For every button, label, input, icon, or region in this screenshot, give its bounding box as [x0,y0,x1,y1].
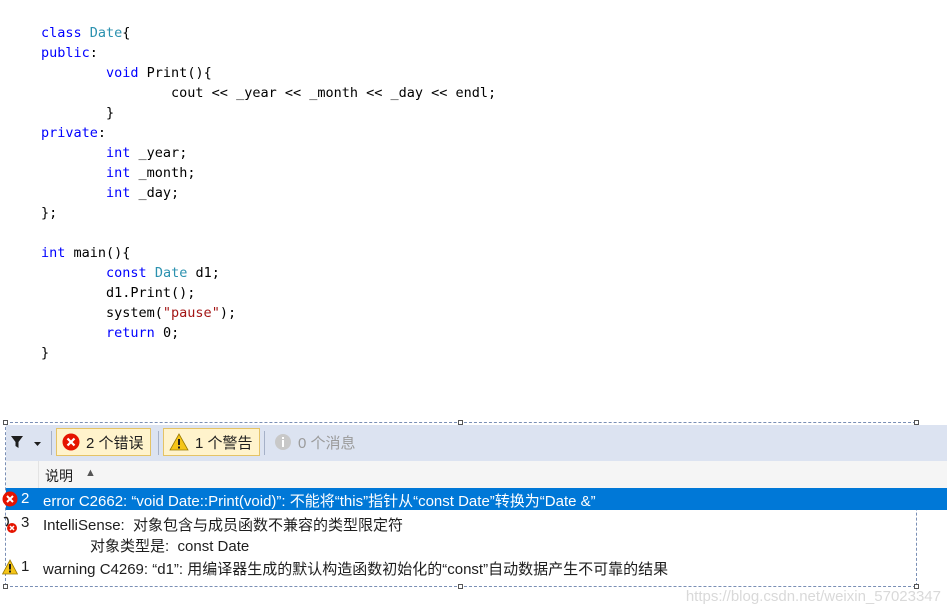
code-keyword: const [106,265,147,281]
error-list-header: 说明 ▲ [6,461,947,489]
row-description: warning C4269: “d1”: 用编译器生成的默认构造函数初始化的“c… [43,561,669,578]
code-line: void Print(){ [41,63,921,83]
code-token: } [41,345,50,361]
sort-ascending-icon: ▲ [85,467,96,479]
messages-filter-button[interactable]: 0 个消息 [269,428,362,456]
messages-count-label: 0 个消息 [298,434,356,452]
resize-handle[interactable] [458,584,463,589]
code-token: Print(){ [138,65,212,81]
code-token: system( [41,305,163,321]
row-description: IntelliSense: 对象包含与成员函数不兼容的类型限定符 [43,517,404,534]
code-token: _day; [130,185,180,201]
info-icon [274,433,292,451]
column-header-description[interactable]: 说明 [45,466,73,486]
toolbar-separator [51,431,52,455]
code-editor[interactable]: class Date{public: void Print(){ cout <<… [41,23,921,363]
code-line: }; [41,203,921,223]
warning-row[interactable]: 1 warning C4269: “d1”: 用编译器生成的默认构造函数初始化的… [1,556,947,578]
code-token: main(){ [65,245,131,261]
watermark: https://blog.csdn.net/weixin_57023347 [685,588,941,605]
error-list-toolbar: 2 个错误 1 个警告 0 个消息 [6,425,947,461]
code-line: class Date{ [41,23,921,43]
code-line: return 0; [41,323,921,343]
row-description-detail: 对象类型是: const Date [90,538,250,555]
code-token: _month; [130,165,196,181]
code-line: cout << _year << _month << _day << endl; [41,83,921,103]
code-type: Date [89,25,123,41]
code-line: d1.Print(); [41,283,921,303]
column-divider[interactable] [38,461,39,488]
code-line: int _day; [41,183,921,203]
row-description: error C2662: “void Date::Print(void)”: 不… [43,493,596,510]
code-line: int _year; [41,143,921,163]
code-keyword: return [106,325,155,341]
filter-dropdown-button[interactable] [10,433,50,453]
code-keyword: int [41,245,66,261]
code-token: ); [219,305,237,321]
code-token: { [122,25,131,41]
intellisense-error-icon [2,516,18,538]
code-token: : [89,45,98,61]
code-token: d1.Print(); [41,285,196,301]
code-keyword: int [106,165,131,181]
code-keyword: public [41,45,90,61]
code-token: : [97,125,107,141]
code-token: _year; [130,145,188,161]
chevron-down-icon [34,442,41,446]
code-line: const Date d1; [41,263,921,283]
code-token: 0; [154,325,180,341]
warning-icon [169,433,189,451]
code-line: system("pause"); [41,303,921,323]
error-row[interactable]: 3 IntelliSense: 对象包含与成员函数不兼容的类型限定符 对象类型是… [3,512,947,555]
code-line: } [41,103,921,123]
resize-handle[interactable] [3,584,8,589]
code-token: d1; [187,265,220,281]
code-line: public: [41,43,921,63]
code-token: } [41,105,115,121]
code-token: }; [41,205,58,221]
code-keyword: int [106,185,131,201]
error-icon [62,433,80,451]
code-keyword: class [41,25,90,41]
row-line-number: 3 [21,514,30,531]
code-keyword: private [41,125,98,141]
code-line: int main(){ [41,243,921,263]
code-string: "pause" [162,305,220,321]
errors-filter-button[interactable]: 2 个错误 [56,428,151,456]
warnings-count-label: 1 个警告 [195,434,253,452]
code-type: Date [154,265,188,281]
code-line: int _month; [41,163,921,183]
errors-count-label: 2 个错误 [86,434,144,452]
code-keyword: void [106,65,139,81]
error-row[interactable]: 2 error C2662: “void Date::Print(void)”:… [2,488,947,510]
error-icon [2,491,18,511]
code-token: cout << _year << _month << _day << endl; [41,85,497,101]
code-line: } [41,343,921,363]
warning-icon [1,559,19,579]
row-line-number: 2 [21,490,30,507]
code-line: private: [41,123,921,143]
filter-icon [11,436,41,448]
warnings-filter-button[interactable]: 1 个警告 [163,428,260,456]
toolbar-separator [264,431,265,455]
toolbar-separator [158,431,159,455]
row-line-number: 1 [21,558,30,575]
code-keyword: int [106,145,131,161]
